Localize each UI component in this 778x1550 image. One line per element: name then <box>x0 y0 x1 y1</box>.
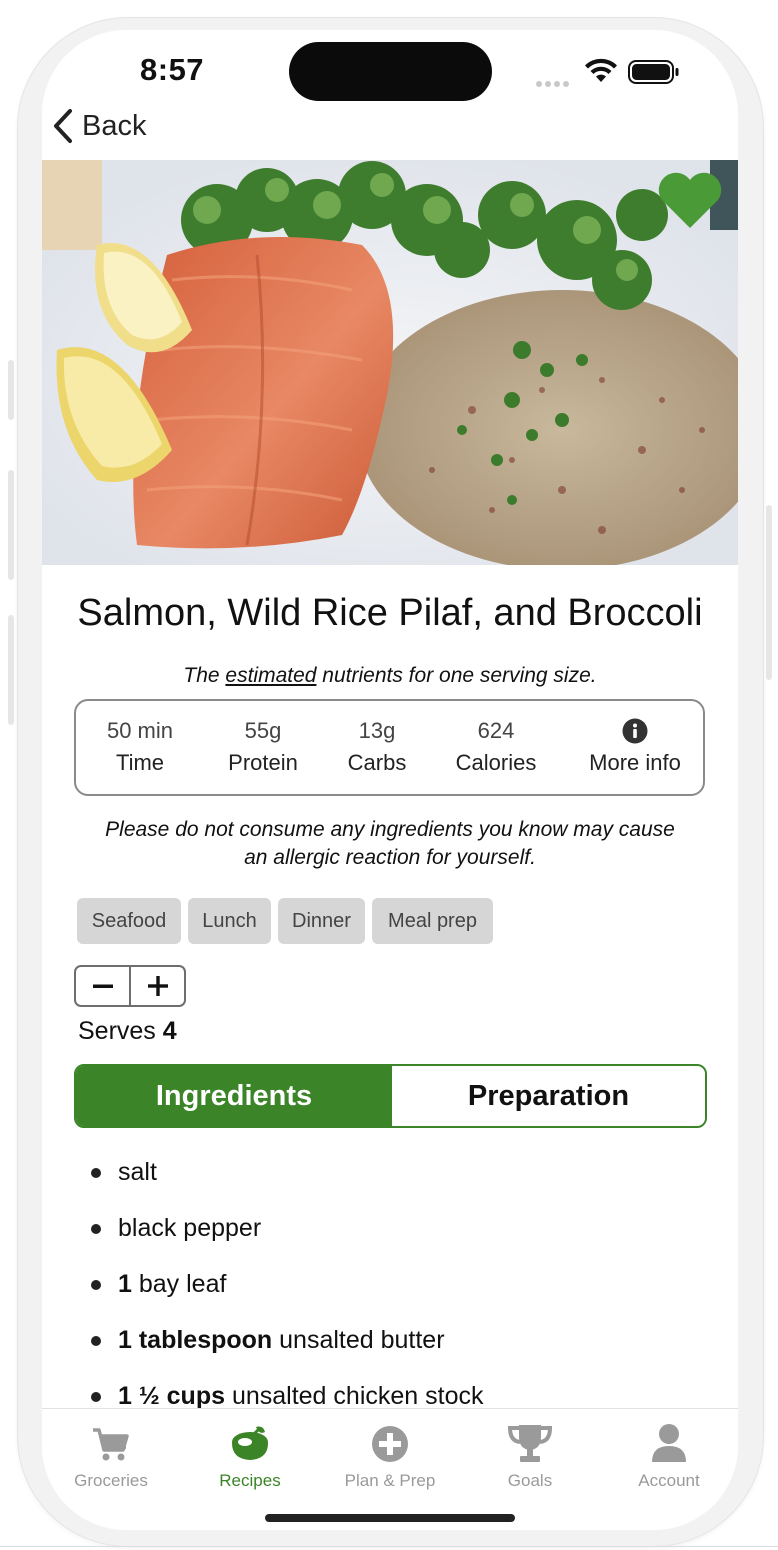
wifi-icon <box>585 58 617 82</box>
tag-lunch[interactable]: Lunch <box>188 898 271 944</box>
phone-screen: 8:57 Back Salmon, Wild Rice Pilaf, and B… <box>42 30 738 1530</box>
serves-value: 4 <box>162 1017 177 1045</box>
info-icon <box>573 715 697 747</box>
cellular-signal-icon <box>536 74 572 92</box>
stat-carbs: 13g Carbs <box>327 715 427 779</box>
increase-servings-button[interactable] <box>131 967 184 1005</box>
decrease-servings-button[interactable] <box>76 967 131 1005</box>
dynamic-island <box>289 42 492 101</box>
side-button-volume-up <box>8 470 14 580</box>
stat-time: 50 min Time <box>90 715 190 779</box>
side-button-silent <box>8 360 14 420</box>
plus-icon <box>147 976 168 996</box>
tab-recipes[interactable]: Recipes <box>185 1417 315 1491</box>
nutrient-note-suffix: nutrients for one serving size. <box>316 664 597 687</box>
battery-icon <box>628 60 679 84</box>
recipe-photo <box>42 160 738 565</box>
tab-label-groceries: Groceries <box>74 1471 148 1490</box>
tab-preparation[interactable]: Preparation <box>392 1066 705 1126</box>
trophy-icon <box>465 1417 595 1463</box>
tab-plan-prep[interactable]: Plan & Prep <box>325 1417 455 1491</box>
tab-groceries[interactable]: Groceries <box>46 1417 176 1491</box>
minus-icon <box>92 984 113 988</box>
list-item: salt <box>90 1144 710 1200</box>
home-indicator[interactable] <box>265 1514 515 1522</box>
back-label: Back <box>82 109 147 142</box>
plus-circle-icon <box>325 1417 455 1463</box>
stat-protein-label: Protein <box>228 750 298 775</box>
bottom-tab-bar: Groceries Recipes Plan & Prep Goals Acco… <box>42 1408 738 1530</box>
tag-meal-prep[interactable]: Meal prep <box>372 898 493 944</box>
stat-carbs-label: Carbs <box>347 750 407 775</box>
tab-label-recipes: Recipes <box>219 1471 281 1490</box>
serves-count: Serves 4 <box>78 1017 177 1046</box>
stat-time-label: Time <box>115 750 165 775</box>
nutrient-note-prefix: The <box>183 664 226 687</box>
favorite-heart-icon[interactable] <box>656 170 724 235</box>
list-item: 1 tablespoon unsalted butter <box>90 1312 710 1368</box>
tag-seafood[interactable]: Seafood <box>77 898 181 944</box>
tab-ingredients[interactable]: Ingredients <box>76 1066 392 1126</box>
ingredient-list: salt black pepper 1 bay leaf 1 tablespoo… <box>90 1144 710 1424</box>
more-info-button[interactable]: More info <box>573 715 697 779</box>
allergy-note: Please do not consume any ingredients yo… <box>105 818 675 869</box>
stat-protein-value: 55g <box>244 718 282 743</box>
servings-stepper <box>74 965 186 1007</box>
more-info-label: More info <box>589 750 681 775</box>
tab-account[interactable]: Account <box>604 1417 734 1491</box>
stat-calories: 624 Calories <box>441 715 551 779</box>
nutrient-note-emphasis: estimated <box>225 664 317 687</box>
stat-carbs-value: 13g <box>358 718 396 743</box>
nutrition-stats: 50 min Time 55g Protein 13g Carbs 624 Ca… <box>74 699 705 796</box>
recipe-title: Salmon, Wild Rice Pilaf, and Broccoli <box>77 592 703 634</box>
stat-protein: 55g Protein <box>213 715 313 779</box>
recipes-icon <box>185 1417 315 1463</box>
stat-calories-label: Calories <box>455 750 537 775</box>
tab-label-plan-prep: Plan & Prep <box>344 1471 436 1490</box>
side-button-volume-down <box>8 615 14 725</box>
tag-dinner[interactable]: Dinner <box>278 898 365 944</box>
list-item: 1 bay leaf <box>90 1256 710 1312</box>
stat-calories-value: 624 <box>477 718 515 743</box>
stat-time-value: 50 min <box>106 718 174 743</box>
recipe-tabs: Ingredients Preparation <box>74 1064 707 1128</box>
tab-label-account: Account <box>638 1471 700 1490</box>
back-button[interactable]: Back <box>52 104 146 148</box>
serves-label: Serves <box>78 1017 156 1045</box>
chevron-left-icon <box>54 109 72 143</box>
cart-icon <box>46 1417 176 1463</box>
nutrient-note: The estimated nutrients for one serving … <box>42 664 738 688</box>
tab-goals[interactable]: Goals <box>465 1417 595 1491</box>
tab-label-goals: Goals <box>507 1471 553 1490</box>
status-time: 8:57 <box>140 52 205 87</box>
divider <box>0 1546 778 1547</box>
list-item: black pepper <box>90 1200 710 1256</box>
user-icon <box>604 1417 734 1463</box>
side-button-power <box>766 505 772 680</box>
